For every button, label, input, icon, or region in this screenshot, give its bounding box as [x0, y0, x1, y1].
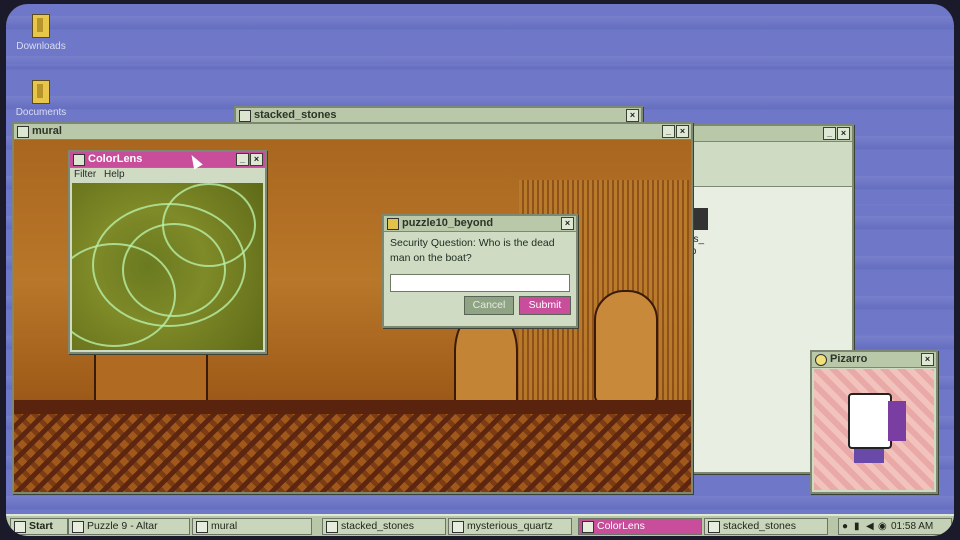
- close-button[interactable]: ×: [561, 217, 574, 230]
- security-dialog[interactable]: puzzle10_beyond × Security Question: Who…: [382, 214, 578, 328]
- colorlens-window[interactable]: ColorLens _ × Filter Help: [68, 150, 267, 354]
- pizarro-window[interactable]: Pizarro ×: [810, 350, 938, 494]
- desktop-icon-label: Downloads: [16, 41, 66, 52]
- seated-figure: [594, 290, 658, 404]
- minimize-button[interactable]: _: [823, 127, 836, 140]
- calendar-mascot[interactable]: [848, 393, 892, 449]
- mascot-cape: [888, 401, 906, 441]
- desktop-icon-downloads[interactable]: Downloads: [11, 14, 71, 52]
- close-button[interactable]: ×: [921, 353, 934, 366]
- cancel-button[interactable]: Cancel: [464, 296, 514, 315]
- taskbar-item-stacked-stones-2[interactable]: stacked_stones: [704, 518, 828, 535]
- title-bar[interactable]: puzzle10_beyond ×: [384, 216, 576, 232]
- close-button[interactable]: ×: [676, 125, 689, 138]
- title-bar[interactable]: ColorLens _ ×: [70, 152, 265, 168]
- title-bar[interactable]: _ ×: [684, 126, 852, 142]
- lens-swirl: [162, 183, 256, 267]
- answer-input[interactable]: [390, 274, 570, 292]
- desktop-icon-documents[interactable]: Documents: [11, 80, 71, 118]
- taskbar-item-label: mural: [211, 520, 238, 532]
- mascot-feet: [854, 449, 884, 463]
- close-button[interactable]: ×: [837, 127, 850, 140]
- taskbar-item-label: Puzzle 9 - Altar: [87, 520, 158, 532]
- lens-view: [72, 183, 263, 350]
- window-title: mural: [32, 125, 62, 137]
- window-icon: [73, 154, 85, 166]
- start-label: Start: [29, 520, 53, 532]
- folder-icon: [32, 80, 50, 104]
- security-question: Security Question: Who is the dead man o…: [390, 237, 555, 264]
- submit-button[interactable]: Submit: [519, 296, 571, 315]
- desktop: Downloads Documents stacked_stones × _ ×…: [6, 4, 954, 536]
- title-bar[interactable]: Pizarro ×: [812, 352, 936, 368]
- close-button[interactable]: ×: [626, 109, 639, 122]
- menu-bar: Filter Help: [70, 168, 265, 182]
- clock[interactable]: 01:58 AM: [891, 519, 933, 534]
- dialog-title: puzzle10_beyond: [402, 217, 494, 229]
- menu-filter[interactable]: Filter: [74, 169, 96, 180]
- lightbulb-icon[interactable]: ●: [842, 519, 848, 534]
- desktop-icon-label: Documents: [15, 107, 67, 118]
- taskbar-item-colorlens[interactable]: ColorLens: [578, 518, 702, 535]
- window-icon: [72, 521, 84, 533]
- taskbar-item-puzzle9[interactable]: Puzzle 9 - Altar: [68, 518, 190, 535]
- folder-icon: [32, 14, 50, 38]
- start-button[interactable]: Start: [10, 518, 68, 535]
- taskbar-item-stacked-stones[interactable]: stacked_stones: [322, 518, 446, 535]
- water-pattern-overlay: [14, 414, 691, 492]
- window-icon: [17, 126, 29, 138]
- system-tray: ● ▮ ◀ ◉ 01:58 AM: [838, 518, 952, 535]
- start-icon: [14, 521, 26, 533]
- speaker-icon[interactable]: ◀: [866, 519, 874, 534]
- wood-plank-line: [6, 64, 954, 66]
- minimize-button[interactable]: _: [662, 125, 675, 138]
- minimize-button[interactable]: _: [236, 153, 249, 166]
- network-icon[interactable]: ◉: [878, 519, 887, 534]
- taskbar-item-mural[interactable]: mural: [192, 518, 312, 535]
- lightbulb-icon: [815, 354, 827, 366]
- taskbar-item-label: mysterious_quartz: [467, 520, 553, 532]
- window-title: Pizarro: [830, 353, 868, 365]
- battery-icon[interactable]: ▮: [854, 519, 860, 534]
- taskbar-item-mysterious-quartz[interactable]: mysterious_quartz: [448, 518, 572, 535]
- taskbar-item-label: stacked_stones: [341, 520, 414, 532]
- taskbar-item-label: ColorLens: [597, 520, 645, 532]
- toolbar-area: [684, 142, 852, 187]
- window-icon: [708, 521, 720, 533]
- menu-help[interactable]: Help: [104, 169, 125, 180]
- border-band: [14, 400, 691, 414]
- window-title: ColorLens: [88, 153, 143, 165]
- window-icon: [452, 521, 464, 533]
- window-title: stacked_stones: [254, 109, 337, 121]
- window-icon: [582, 521, 594, 533]
- taskbar: Start Puzzle 9 - Altar mural stacked_sto…: [6, 514, 954, 536]
- window-icon: [326, 521, 338, 533]
- window-icon: [239, 110, 251, 122]
- lock-icon: [387, 218, 399, 230]
- close-button[interactable]: ×: [250, 153, 263, 166]
- title-bar[interactable]: mural _ ×: [14, 124, 691, 140]
- assistant-view: [814, 369, 934, 490]
- window-icon: [196, 521, 208, 533]
- taskbar-item-label: stacked_stones: [723, 520, 796, 532]
